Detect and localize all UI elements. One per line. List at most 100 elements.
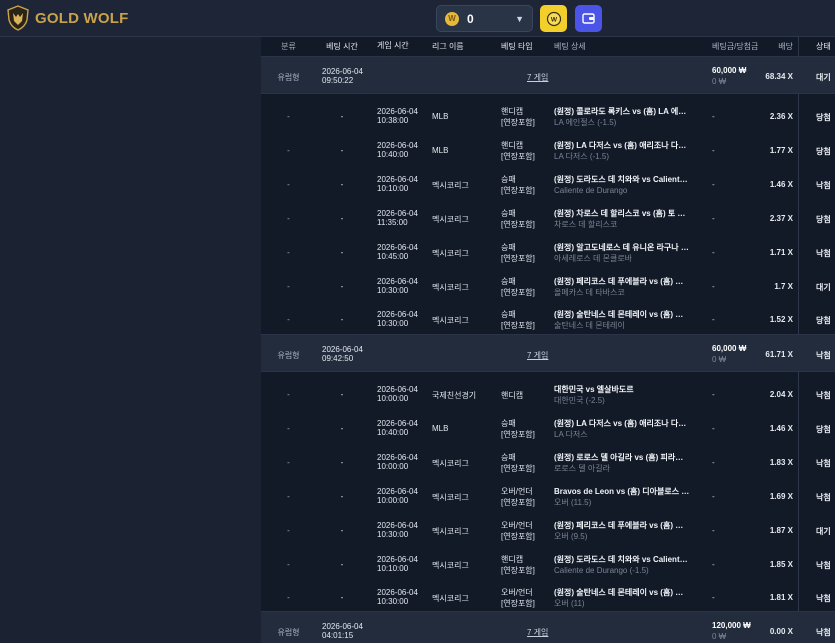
row-bet-type: 핸디캡 [연장포함] bbox=[501, 140, 535, 162]
bet-slip-summary[interactable]: 유럽형 2026-06-04 09:50:22 7 게임 60,000 ₩ 0 ₩ 68.3… bbox=[261, 56, 835, 94]
chevron-down-icon: ▼ bbox=[515, 13, 524, 24]
bet-type-note: [연장포함] bbox=[501, 599, 535, 609]
row-detail: Bravos de Leon vs (홈) 디아블로스 … 오버 (11.5) bbox=[554, 486, 697, 508]
row-bet-time: - bbox=[340, 593, 344, 603]
game-date: 2026-06-04 bbox=[377, 107, 418, 116]
row-type: - bbox=[287, 112, 290, 121]
selection: 술탄네스 데 몬테레이 bbox=[554, 321, 625, 331]
selection: 오버 (11) bbox=[554, 599, 585, 609]
game-date: 2026-06-04 bbox=[377, 520, 418, 530]
row-odds: 1.87 X bbox=[769, 525, 793, 535]
row-bet-time: - bbox=[340, 423, 344, 433]
row-type: - bbox=[287, 179, 290, 189]
games-link[interactable]: 7 게임 bbox=[527, 350, 548, 361]
row-bet-time: - bbox=[340, 281, 344, 291]
bet-amount: 120,000 ₩ bbox=[712, 621, 751, 630]
bet-type-note: [연장포함] bbox=[501, 185, 535, 195]
badge-icon: W bbox=[546, 11, 561, 26]
row-type: - bbox=[287, 315, 290, 325]
row-detail: (원정) 차로스 데 할리스코 vs (홈) 토 … 차로스 데 할리스코 bbox=[554, 208, 697, 230]
row-status: 당첨 bbox=[816, 113, 831, 122]
row-league: MLB bbox=[432, 423, 449, 433]
row-status: 대기 bbox=[816, 282, 831, 292]
row-game-time: 2026-06-04 10:30:00 bbox=[377, 310, 418, 328]
slip-bet-date: 2026-06-04 bbox=[322, 67, 363, 76]
slip-odds: 61.71 X bbox=[765, 350, 793, 359]
row-bet-type: 핸디캡 bbox=[501, 390, 523, 401]
bet-slip-summary[interactable]: 유럽형 2026-06-04 04:01:15 7 게임 120,000 ₩ 0 ₩ 0.0… bbox=[261, 611, 835, 643]
match-name: (원정) 술탄네스 데 몬테레이 vs (홈) … bbox=[554, 310, 684, 320]
bet-type-name: 승패 bbox=[501, 242, 516, 252]
match-name: (원정) 도라도스 데 치와와 vs Calient… bbox=[554, 554, 688, 564]
row-bet-type: 승패 [연장포함] bbox=[501, 174, 535, 196]
bet-slip-summary[interactable]: 유럽형 2026-06-04 09:42:50 7 게임 60,000 ₩ 0 ₩ 61.7… bbox=[261, 334, 835, 372]
game-clock: 10:30:00 bbox=[377, 597, 409, 607]
selection: 대한민국 (-2.5) bbox=[554, 396, 605, 405]
table-row: - - 2026-06-04 10:30:00 멕시코리그 오버/언더 [연장포함] (원정)… bbox=[261, 514, 835, 548]
row-bet-time: - bbox=[340, 213, 344, 223]
row-bet-type: 오버/언더 [연장포함] bbox=[501, 520, 535, 542]
game-date: 2026-06-04 bbox=[377, 208, 418, 218]
row-league: 멕시코리그 bbox=[432, 492, 469, 502]
games-link[interactable]: 7 게임 bbox=[527, 72, 548, 83]
bet-type-note: [연장포함] bbox=[501, 463, 535, 473]
game-clock: 11:35:00 bbox=[377, 217, 408, 227]
bet-type-name: 오버/언더 bbox=[501, 520, 533, 530]
slip-bet-clock: 09:42:50 bbox=[322, 354, 354, 363]
row-odds: 2.37 X bbox=[769, 213, 793, 223]
slip-bet-time: 2026-06-04 09:50:22 bbox=[322, 67, 372, 85]
bet-type-name: 핸디캡 bbox=[501, 140, 524, 150]
row-odds: 1.81 X bbox=[769, 593, 793, 603]
header-bet-type: 베팅 타입 bbox=[501, 42, 533, 51]
row-bet-type: 핸디캡 [연장포함] bbox=[501, 554, 535, 576]
row-bet-time: - bbox=[340, 525, 344, 535]
game-date: 2026-06-04 bbox=[377, 486, 418, 496]
selection: 아세레로스 데 몬클로바 bbox=[554, 253, 633, 263]
table-row: - - 2026-06-04 10:38:00 MLB 핸디캡 [연장포함] (원정) 콜로라… bbox=[261, 100, 835, 134]
row-status: 낙첨 bbox=[816, 594, 831, 604]
win-amount: 0 ₩ bbox=[712, 355, 727, 364]
row-status: 대기 bbox=[816, 526, 831, 536]
row-league: MLB bbox=[432, 145, 449, 155]
row-bet-type: 승패 [연장포함] bbox=[501, 309, 535, 331]
match-name: 대한민국 vs 엘살바도르 bbox=[554, 385, 634, 394]
row-status: 당첨 bbox=[816, 214, 831, 224]
bet-type-note: [연장포함] bbox=[501, 287, 535, 297]
row-status: 당첨 bbox=[816, 146, 831, 156]
slip-type: 유럽형 bbox=[277, 73, 300, 82]
game-date: 2026-06-04 bbox=[377, 588, 418, 598]
row-status: 낙첨 bbox=[816, 560, 831, 570]
row-detail: (원정) 술탄네스 데 몬테레이 vs (홈) … 술탄네스 데 몬테레이 bbox=[554, 309, 697, 331]
row-type: - bbox=[287, 247, 290, 257]
row-status: 낙첨 bbox=[816, 492, 831, 502]
point-convert-button[interactable]: W bbox=[540, 5, 567, 32]
row-bet-time: - bbox=[340, 247, 344, 257]
game-date: 2026-06-04 bbox=[377, 140, 418, 150]
row-league: 멕시코리그 bbox=[432, 560, 469, 570]
row-amount: - bbox=[712, 179, 715, 189]
table-row: - - 2026-06-04 10:45:00 멕시코리그 승패 [연장포함] (원정) 알고… bbox=[261, 236, 835, 270]
bet-type-note: [연장포함] bbox=[501, 565, 535, 575]
row-detail: (원정) 술탄네스 데 몬테레이 vs (홈) … 오버 (11) bbox=[554, 587, 697, 609]
row-type: - bbox=[287, 457, 290, 467]
row-bet-type: 승패 [연장포함] bbox=[501, 242, 535, 264]
row-bet-time: - bbox=[340, 145, 344, 155]
wallet-button[interactable] bbox=[575, 5, 602, 32]
row-status: 당첨 bbox=[816, 424, 831, 434]
games-link[interactable]: 7 게임 bbox=[527, 627, 548, 638]
row-bet-time: - bbox=[340, 315, 344, 325]
bet-type-name: 승패 bbox=[501, 310, 516, 320]
slip-amount: 60,000 ₩ 0 ₩ bbox=[712, 65, 746, 87]
row-amount: - bbox=[712, 525, 715, 535]
header-status: 상태 bbox=[816, 42, 831, 51]
row-amount: - bbox=[712, 247, 715, 257]
row-game-time: 2026-06-04 10:30:00 bbox=[377, 588, 418, 606]
match-name: (원정) 차로스 데 할리스코 vs (홈) 토 … bbox=[554, 208, 686, 218]
brand-logo[interactable]: GOLD WOLF bbox=[6, 4, 128, 32]
row-amount: - bbox=[712, 423, 715, 433]
balance-dropdown[interactable]: W 0 ▼ bbox=[436, 5, 533, 32]
bet-type-name: 오버/언더 bbox=[501, 486, 533, 496]
row-type: - bbox=[287, 559, 290, 569]
game-date: 2026-06-04 bbox=[377, 452, 418, 462]
header-odds: 배당 bbox=[778, 42, 793, 51]
